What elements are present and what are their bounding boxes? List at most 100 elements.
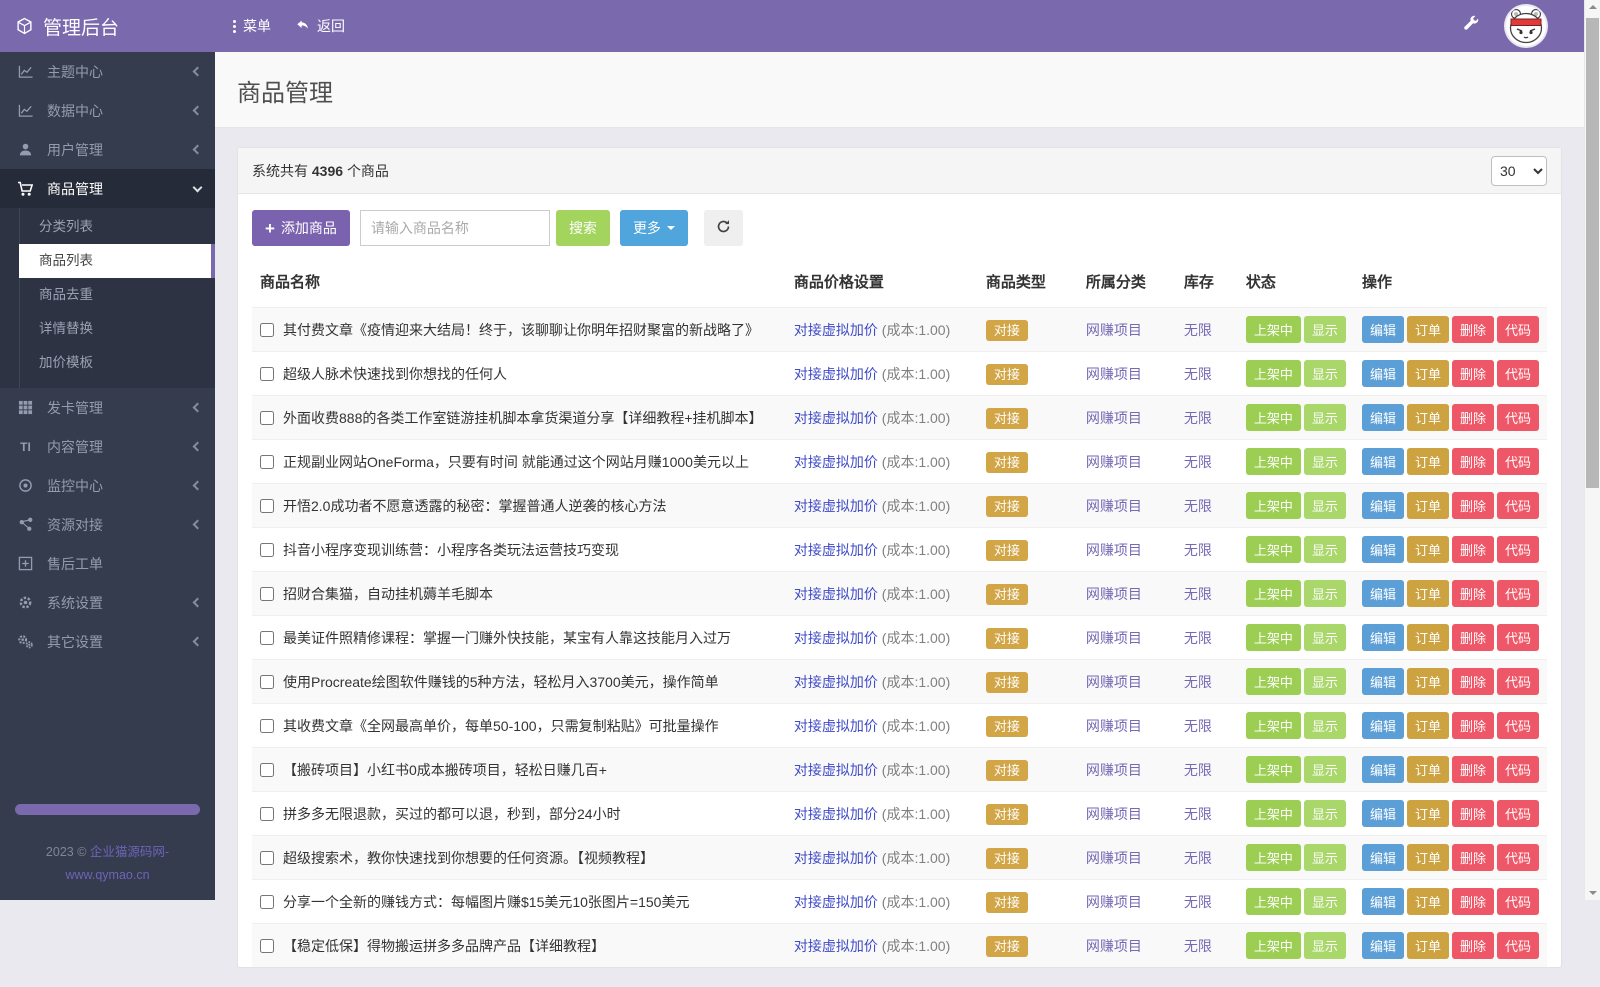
row-checkbox[interactable] [260,939,274,953]
back-button[interactable]: 返回 [295,16,345,36]
category-link[interactable]: 网赚项目 [1086,366,1142,382]
category-link[interactable]: 网赚项目 [1086,894,1142,910]
price-mode-link[interactable]: 对接虚拟加价 [794,630,878,646]
order-button[interactable]: 订单 [1407,756,1449,783]
price-mode-link[interactable]: 对接虚拟加价 [794,894,878,910]
delete-button[interactable]: 删除 [1452,668,1494,695]
order-button[interactable]: 订单 [1407,844,1449,871]
sidebar-item-other-settings[interactable]: 其它设置 [0,622,215,661]
code-button[interactable]: 代码 [1497,844,1539,871]
sidebar-item-user-management[interactable]: 用户管理 [0,130,215,169]
code-button[interactable]: 代码 [1497,756,1539,783]
edit-button[interactable]: 编辑 [1362,492,1404,519]
price-mode-link[interactable]: 对接虚拟加价 [794,586,878,602]
delete-button[interactable]: 删除 [1452,316,1494,343]
user-avatar[interactable] [1506,6,1546,46]
edit-button[interactable]: 编辑 [1362,844,1404,871]
code-button[interactable]: 代码 [1497,932,1539,959]
order-button[interactable]: 订单 [1407,800,1449,827]
category-link[interactable]: 网赚项目 [1086,586,1142,602]
status-onsale-button[interactable]: 上架中 [1246,316,1301,343]
price-mode-link[interactable]: 对接虚拟加价 [794,806,878,822]
edit-button[interactable]: 编辑 [1362,800,1404,827]
footer-url-link[interactable]: www.qymao.cn [65,868,149,882]
code-button[interactable]: 代码 [1497,888,1539,915]
delete-button[interactable]: 删除 [1452,800,1494,827]
sidebar-item-data-center[interactable]: 数据中心 [0,91,215,130]
edit-button[interactable]: 编辑 [1362,888,1404,915]
sidebar-subitem-category-list[interactable]: 分类列表 [19,210,215,244]
order-button[interactable]: 订单 [1407,712,1449,739]
menu-toggle-button[interactable]: 菜单 [233,16,271,36]
status-onsale-button[interactable]: 上架中 [1246,712,1301,739]
order-button[interactable]: 订单 [1407,624,1449,651]
status-show-button[interactable]: 显示 [1304,712,1346,739]
price-mode-link[interactable]: 对接虚拟加价 [794,718,878,734]
sidebar-item-monitor-center[interactable]: 监控中心 [0,466,215,505]
code-button[interactable]: 代码 [1497,536,1539,563]
price-mode-link[interactable]: 对接虚拟加价 [794,410,878,426]
price-mode-link[interactable]: 对接虚拟加价 [794,498,878,514]
status-show-button[interactable]: 显示 [1304,404,1346,431]
wrench-icon[interactable] [1463,15,1480,37]
category-link[interactable]: 网赚项目 [1086,718,1142,734]
row-checkbox[interactable] [260,323,274,337]
status-onsale-button[interactable]: 上架中 [1246,800,1301,827]
page-size-select[interactable]: 30 [1491,156,1547,186]
sidebar-subitem-markup-template[interactable]: 加价模板 [19,346,215,380]
row-checkbox[interactable] [260,631,274,645]
delete-button[interactable]: 删除 [1452,580,1494,607]
status-onsale-button[interactable]: 上架中 [1246,932,1301,959]
code-button[interactable]: 代码 [1497,624,1539,651]
category-link[interactable]: 网赚项目 [1086,674,1142,690]
vertical-scrollbar[interactable] [1584,0,1600,900]
status-onsale-button[interactable]: 上架中 [1246,536,1301,563]
status-onsale-button[interactable]: 上架中 [1246,580,1301,607]
search-button[interactable]: 搜索 [556,210,610,246]
refresh-button[interactable] [704,210,743,246]
scrollbar-thumb[interactable] [1586,18,1599,488]
sidebar-subitem-product-dedupe[interactable]: 商品去重 [19,278,215,312]
price-mode-link[interactable]: 对接虚拟加价 [794,454,878,470]
row-checkbox[interactable] [260,543,274,557]
status-show-button[interactable]: 显示 [1304,624,1346,651]
order-button[interactable]: 订单 [1407,492,1449,519]
sidebar-item-card-management[interactable]: 发卡管理 [0,388,215,427]
category-link[interactable]: 网赚项目 [1086,454,1142,470]
code-button[interactable]: 代码 [1497,316,1539,343]
category-link[interactable]: 网赚项目 [1086,410,1142,426]
edit-button[interactable]: 编辑 [1362,404,1404,431]
status-onsale-button[interactable]: 上架中 [1246,844,1301,871]
status-onsale-button[interactable]: 上架中 [1246,360,1301,387]
price-mode-link[interactable]: 对接虚拟加价 [794,366,878,382]
price-mode-link[interactable]: 对接虚拟加价 [794,542,878,558]
status-show-button[interactable]: 显示 [1304,800,1346,827]
sidebar-subitem-detail-replace[interactable]: 详情替换 [19,312,215,346]
row-checkbox[interactable] [260,807,274,821]
status-show-button[interactable]: 显示 [1304,316,1346,343]
order-button[interactable]: 订单 [1407,404,1449,431]
delete-button[interactable]: 删除 [1452,404,1494,431]
code-button[interactable]: 代码 [1497,668,1539,695]
status-show-button[interactable]: 显示 [1304,844,1346,871]
add-product-button[interactable]: + 添加商品 [252,210,350,246]
status-onsale-button[interactable]: 上架中 [1246,668,1301,695]
edit-button[interactable]: 编辑 [1362,624,1404,651]
status-show-button[interactable]: 显示 [1304,492,1346,519]
category-link[interactable]: 网赚项目 [1086,630,1142,646]
row-checkbox[interactable] [260,675,274,689]
edit-button[interactable]: 编辑 [1362,360,1404,387]
price-mode-link[interactable]: 对接虚拟加价 [794,322,878,338]
order-button[interactable]: 订单 [1407,316,1449,343]
sidebar-item-theme-center[interactable]: 主题中心 [0,52,215,91]
edit-button[interactable]: 编辑 [1362,448,1404,475]
edit-button[interactable]: 编辑 [1362,580,1404,607]
category-link[interactable]: 网赚项目 [1086,806,1142,822]
order-button[interactable]: 订单 [1407,360,1449,387]
delete-button[interactable]: 删除 [1452,448,1494,475]
order-button[interactable]: 订单 [1407,580,1449,607]
row-checkbox[interactable] [260,367,274,381]
edit-button[interactable]: 编辑 [1362,668,1404,695]
category-link[interactable]: 网赚项目 [1086,542,1142,558]
edit-button[interactable]: 编辑 [1362,756,1404,783]
